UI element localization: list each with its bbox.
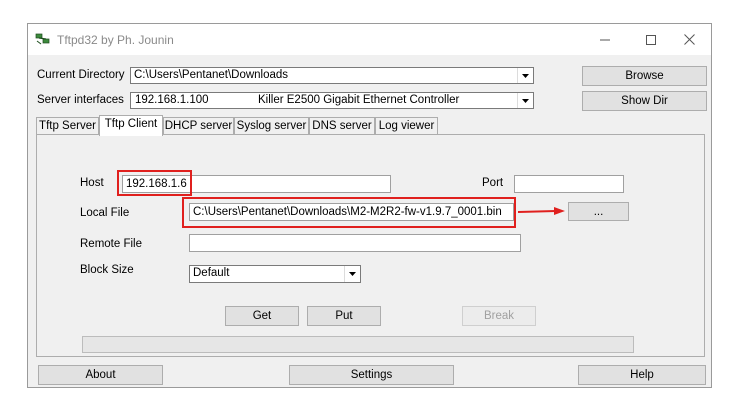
server-interfaces-label: Server interfaces [37,94,124,106]
host-label: Host [80,177,104,189]
minimize-button[interactable] [582,24,628,55]
title-bar: Tftpd32 by Ph. Jounin [28,24,711,55]
tab-dns-server[interactable]: DNS server [309,117,375,135]
minimize-icon [600,39,610,40]
tab-dhcp-server[interactable]: DHCP server [163,117,234,135]
block-size-label: Block Size [80,264,134,276]
help-button[interactable]: Help [578,365,706,385]
transfer-progress-bar [82,336,634,353]
remote-file-input[interactable] [189,234,521,252]
host-highlight-box [117,170,192,196]
local-file-highlight-box [182,197,516,228]
chevron-down-icon[interactable] [517,93,533,108]
chevron-down-icon[interactable] [517,68,533,83]
tftpd-app-icon [35,32,51,46]
window-title: Tftpd32 by Ph. Jounin [57,33,174,47]
tab-log-viewer[interactable]: Log viewer [375,117,438,135]
tab-tftp-server[interactable]: Tftp Server [36,117,99,135]
port-input[interactable] [514,175,624,193]
red-arrow-icon [518,207,565,215]
about-button[interactable]: About [38,365,163,385]
break-button: Break [462,306,536,326]
current-directory-value: C:\Users\Pentanet\Downloads [134,69,289,81]
show-dir-button[interactable]: Show Dir [582,91,707,111]
current-directory-label: Current Directory [37,69,125,81]
tftp-client-panel: Host 192.168.1.6 Port Local File C:\User… [36,134,705,357]
current-directory-combo[interactable]: C:\Users\Pentanet\Downloads [130,67,534,84]
chevron-down-icon[interactable] [344,266,360,282]
put-button[interactable]: Put [307,306,381,326]
maximize-icon [646,34,656,45]
browse-button[interactable]: Browse [582,66,707,86]
port-label: Port [482,177,504,189]
tab-syslog-server[interactable]: Syslog server [234,117,309,135]
tab-tftp-client[interactable]: Tftp Client [99,115,163,136]
remote-file-label: Remote File [80,238,142,250]
server-interface-ip: 192.168.1.100 [135,94,209,106]
get-button[interactable]: Get [225,306,299,326]
settings-button[interactable]: Settings [289,365,454,385]
browse-local-file-button[interactable]: ... [568,202,629,221]
server-interfaces-combo[interactable]: 192.168.1.100 Killer E2500 Gigabit Ether… [130,92,534,109]
server-interface-adapter: Killer E2500 Gigabit Ethernet Controller [258,94,460,106]
local-file-label: Local File [80,207,130,219]
tftpd32-window: Tftpd32 by Ph. Jounin Current Directory … [27,23,712,388]
block-size-value: Default [193,267,230,279]
close-button[interactable] [666,24,712,55]
block-size-select[interactable]: Default [189,265,361,283]
close-icon [683,34,695,45]
